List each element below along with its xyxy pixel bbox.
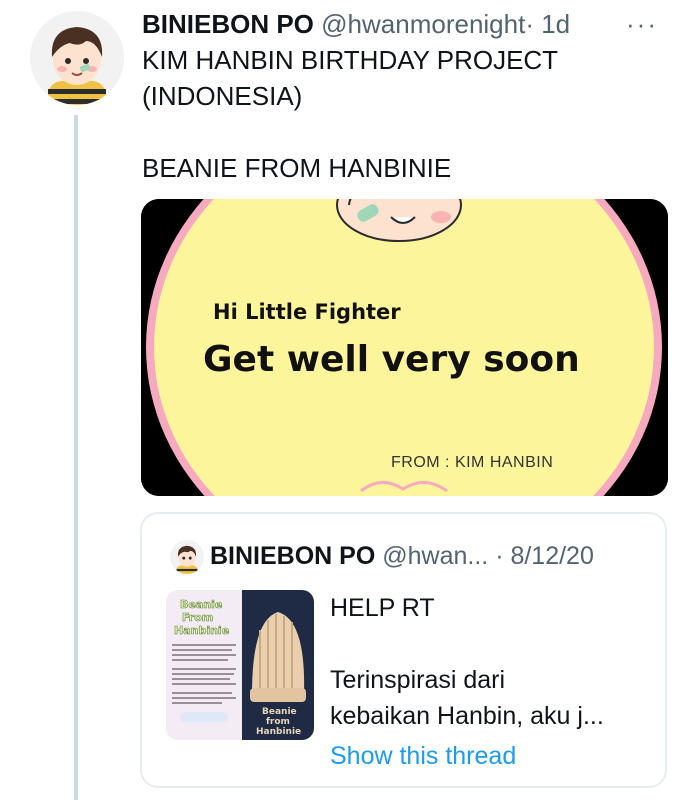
thumb-title-line-2: From <box>182 611 213 624</box>
get-well-card-graphic: Hi Little Fighter Get well very soon FRO… <box>141 199 668 496</box>
thumb-title-line-1: Beanie <box>180 598 222 611</box>
quoted-timestamp: · 8/12/20 <box>495 542 594 570</box>
quoted-author-avatar <box>170 540 204 574</box>
thumb-sub-line-1: Beanie <box>262 707 297 717</box>
quoted-header: BINIEBON PO @hwan... · 8/12/20 <box>210 538 594 574</box>
quoted-avatar-illustration <box>170 540 204 574</box>
tweet-media-image[interactable]: Hi Little Fighter Get well very soon FRO… <box>141 199 668 496</box>
quoted-text: HELP RT Terinspirasi dari kebaikan Hanbi… <box>330 590 650 734</box>
author-handle[interactable]: @hwanmorenight <box>321 9 525 39</box>
thumb-title-line-3: Hanbinie <box>174 624 229 637</box>
quoted-text-line <box>330 626 650 662</box>
thumb-sub-line-3: Hanbinie <box>256 727 301 737</box>
card-subtitle: Hi Little Fighter <box>213 300 401 324</box>
tweet-timestamp[interactable]: · 1d <box>525 9 570 39</box>
card-title: Get well very soon <box>203 339 580 380</box>
quoted-text-line: kebaikan Hanbin, aku j... <box>330 702 604 730</box>
beanie-thumbnail-graphic: Beanie From Hanbinie Beanie from Hanbini… <box>166 590 314 740</box>
thumb-sub-line-2: from <box>266 717 290 727</box>
card-from: FROM : KIM HANBIN <box>391 454 553 471</box>
more-options-icon[interactable]: ··· <box>626 8 658 40</box>
quoted-author-name: BINIEBON PO <box>210 542 376 570</box>
avatar-illustration <box>30 11 124 105</box>
quoted-tweet[interactable]: BINIEBON PO @hwan... · 8/12/20 Beanie Fr… <box>140 512 667 788</box>
tweet-header: BINIEBON PO @hwanmorenight· 1d ··· <box>142 8 682 40</box>
quoted-text-line: Terinspirasi dari <box>330 666 506 694</box>
thread-connector-line <box>74 115 78 800</box>
show-thread-link[interactable]: Show this thread <box>330 738 516 774</box>
author-avatar[interactable] <box>30 11 124 105</box>
quoted-author-handle: @hwan... <box>382 542 489 570</box>
tweet-text: KIM HANBIN BIRTHDAY PROJECT (INDONESIA) … <box>142 45 559 183</box>
quoted-thumbnail-image: Beanie From Hanbinie Beanie from Hanbini… <box>166 590 314 740</box>
author-name[interactable]: BINIEBON PO <box>142 9 314 39</box>
quoted-text-line: HELP RT <box>330 594 435 622</box>
